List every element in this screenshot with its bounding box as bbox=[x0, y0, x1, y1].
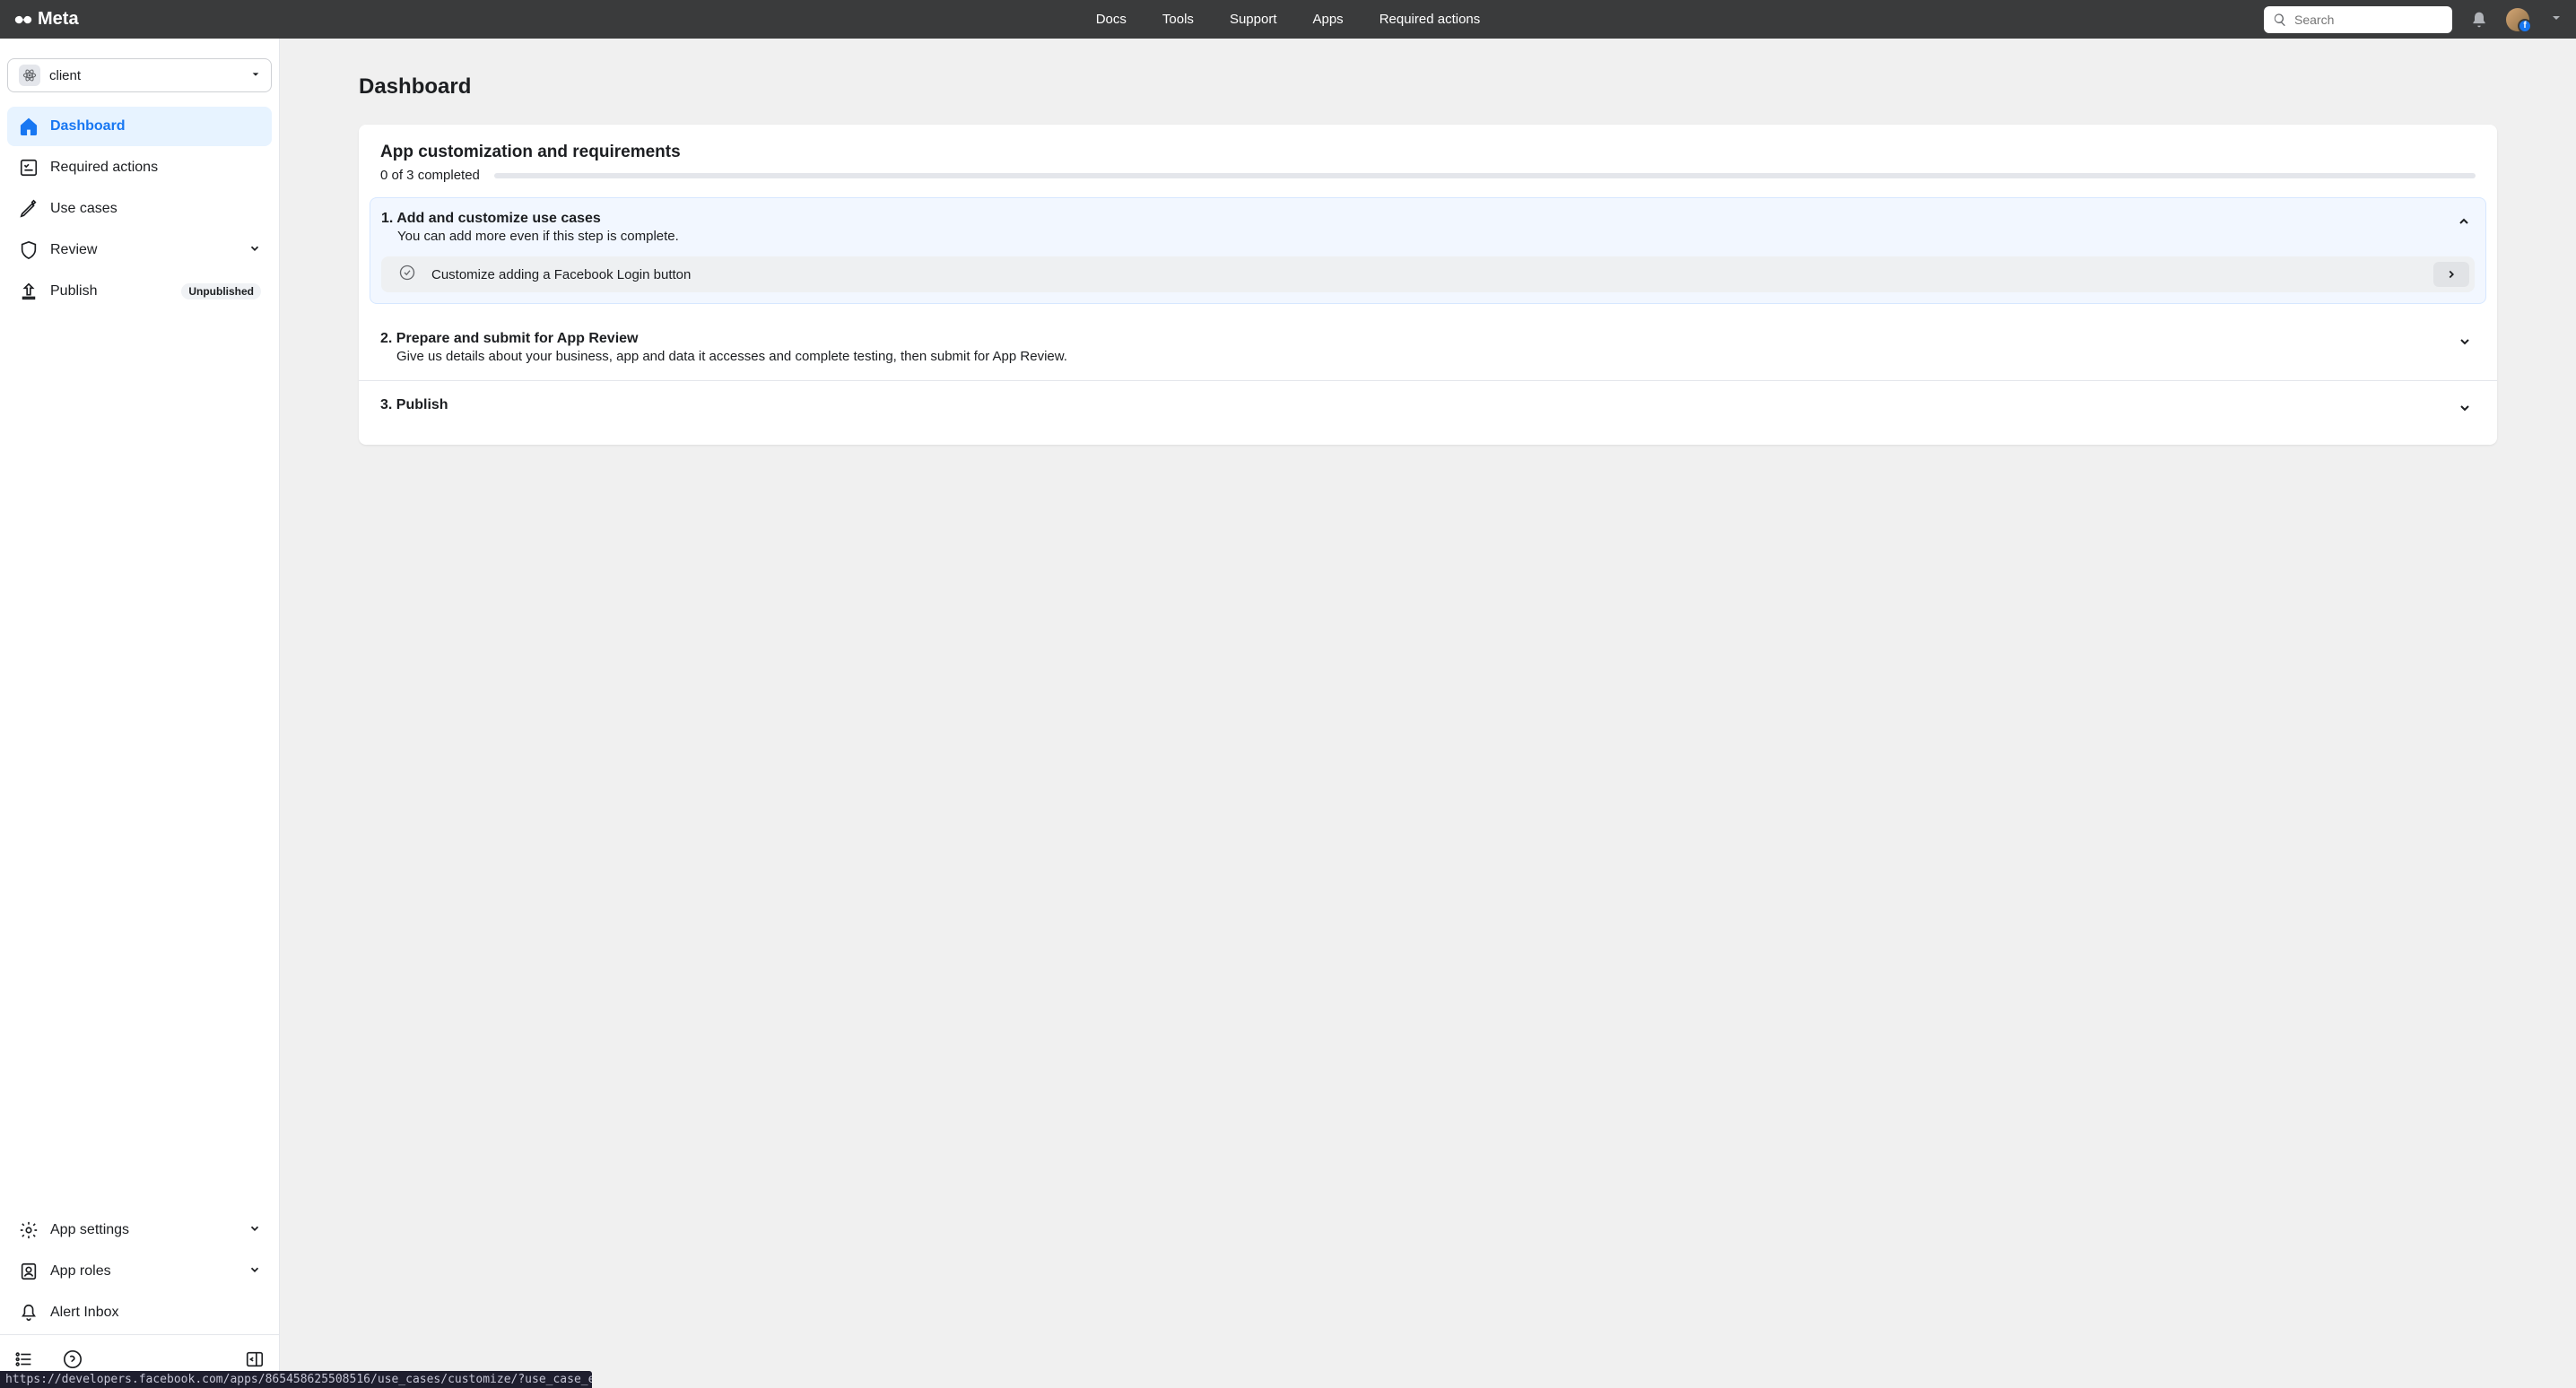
upload-icon bbox=[18, 281, 39, 302]
bell-icon bbox=[18, 1302, 39, 1323]
nav-support[interactable]: Support bbox=[1230, 12, 1277, 27]
chevron-down-icon bbox=[248, 1263, 261, 1280]
step-3[interactable]: 3. Publish bbox=[359, 380, 2497, 439]
chevron-up-icon[interactable] bbox=[2453, 211, 2475, 237]
sidebar: client Dashboard Required actions Use ca… bbox=[0, 39, 280, 1388]
sidebar-item-app-roles[interactable]: App roles bbox=[7, 1252, 272, 1291]
sidebar-item-label: App settings bbox=[50, 1222, 248, 1238]
nav-tools[interactable]: Tools bbox=[1162, 12, 1194, 27]
brand-text: Meta bbox=[38, 9, 79, 30]
app-selector[interactable]: client bbox=[7, 58, 272, 92]
progress-bar bbox=[494, 173, 2476, 178]
step-2-desc: Give us details about your business, app… bbox=[380, 349, 2454, 364]
nav-required-actions[interactable]: Required actions bbox=[1379, 12, 1481, 27]
infinity-icon bbox=[14, 11, 32, 29]
task-customize-fb-login[interactable]: Customize adding a Facebook Login button bbox=[381, 256, 2475, 292]
atom-icon bbox=[22, 68, 37, 82]
status-bar: https://developers.facebook.com/apps/865… bbox=[0, 1371, 592, 1388]
sidebar-item-label: Review bbox=[50, 242, 248, 258]
chevron-down-icon bbox=[248, 242, 261, 259]
facebook-badge-icon: f bbox=[2518, 19, 2532, 33]
sidebar-item-dashboard[interactable]: Dashboard bbox=[7, 107, 272, 146]
shield-icon bbox=[18, 239, 39, 261]
chevron-down-icon bbox=[248, 1222, 261, 1239]
nav-docs[interactable]: Docs bbox=[1096, 12, 1127, 27]
top-nav: Meta Docs Tools Support Apps Required ac… bbox=[0, 0, 2576, 39]
step-2-title: 2. Prepare and submit for App Review bbox=[380, 331, 2454, 347]
account-caret[interactable] bbox=[2551, 12, 2562, 28]
notifications-icon[interactable] bbox=[2470, 11, 2488, 29]
badge-icon bbox=[18, 1261, 39, 1282]
sidebar-item-label: App roles bbox=[50, 1263, 248, 1280]
nav-apps[interactable]: Apps bbox=[1312, 12, 1343, 27]
caret-down-icon bbox=[251, 67, 260, 83]
search-icon bbox=[2273, 13, 2287, 27]
list-icon[interactable] bbox=[14, 1349, 34, 1374]
chevron-right-icon bbox=[2445, 268, 2458, 281]
nav-right: f bbox=[2264, 6, 2562, 33]
progress-text: 0 of 3 completed bbox=[380, 168, 480, 183]
search-box[interactable] bbox=[2264, 6, 2452, 33]
step-1[interactable]: 1. Add and customize use cases You can a… bbox=[370, 197, 2486, 304]
check-circle-icon bbox=[399, 265, 415, 285]
account-menu[interactable]: f bbox=[2506, 8, 2529, 31]
home-icon bbox=[18, 116, 39, 137]
sidebar-item-review[interactable]: Review bbox=[7, 230, 272, 270]
sidebar-item-required-actions[interactable]: Required actions bbox=[7, 148, 272, 187]
sidebar-item-publish[interactable]: Publish Unpublished bbox=[7, 272, 272, 311]
chevron-down-icon bbox=[2454, 331, 2476, 357]
sidebar-item-use-cases[interactable]: Use cases bbox=[7, 189, 272, 229]
customization-card: App customization and requirements 0 of … bbox=[359, 125, 2497, 445]
app-name: client bbox=[49, 68, 251, 83]
sidebar-item-label: Alert Inbox bbox=[50, 1305, 261, 1321]
nav-center: Docs Tools Support Apps Required actions bbox=[1096, 12, 1481, 27]
sidebar-item-label: Required actions bbox=[50, 160, 261, 176]
chevron-down-icon bbox=[2454, 397, 2476, 423]
gear-icon bbox=[18, 1219, 39, 1241]
collapse-sidebar-icon[interactable] bbox=[245, 1349, 265, 1374]
app-icon bbox=[19, 65, 40, 86]
step-1-title: 1. Add and customize use cases bbox=[381, 211, 2453, 227]
meta-logo[interactable]: Meta bbox=[14, 9, 79, 30]
help-icon[interactable] bbox=[63, 1349, 83, 1374]
task-arrow-button[interactable] bbox=[2433, 262, 2469, 287]
sidebar-item-label: Dashboard bbox=[50, 118, 261, 134]
checklist-icon bbox=[18, 157, 39, 178]
sidebar-item-label: Publish bbox=[50, 283, 181, 299]
task-label: Customize adding a Facebook Login button bbox=[431, 267, 2433, 282]
step-2[interactable]: 2. Prepare and submit for App Review Giv… bbox=[359, 315, 2497, 380]
sidebar-item-label: Use cases bbox=[50, 201, 261, 217]
pencil-icon bbox=[18, 198, 39, 220]
sidebar-item-alert-inbox[interactable]: Alert Inbox bbox=[7, 1293, 272, 1332]
search-input[interactable] bbox=[2294, 13, 2443, 27]
caret-down-icon bbox=[2551, 13, 2562, 23]
page-title: Dashboard bbox=[359, 74, 2497, 100]
publish-status-badge: Unpublished bbox=[181, 283, 261, 299]
step-1-desc: You can add more even if this step is co… bbox=[381, 229, 2453, 244]
card-title: App customization and requirements bbox=[380, 143, 2476, 162]
main-content: Dashboard App customization and requirem… bbox=[280, 39, 2576, 1388]
sidebar-item-app-settings[interactable]: App settings bbox=[7, 1210, 272, 1250]
step-3-title: 3. Publish bbox=[380, 397, 2454, 413]
